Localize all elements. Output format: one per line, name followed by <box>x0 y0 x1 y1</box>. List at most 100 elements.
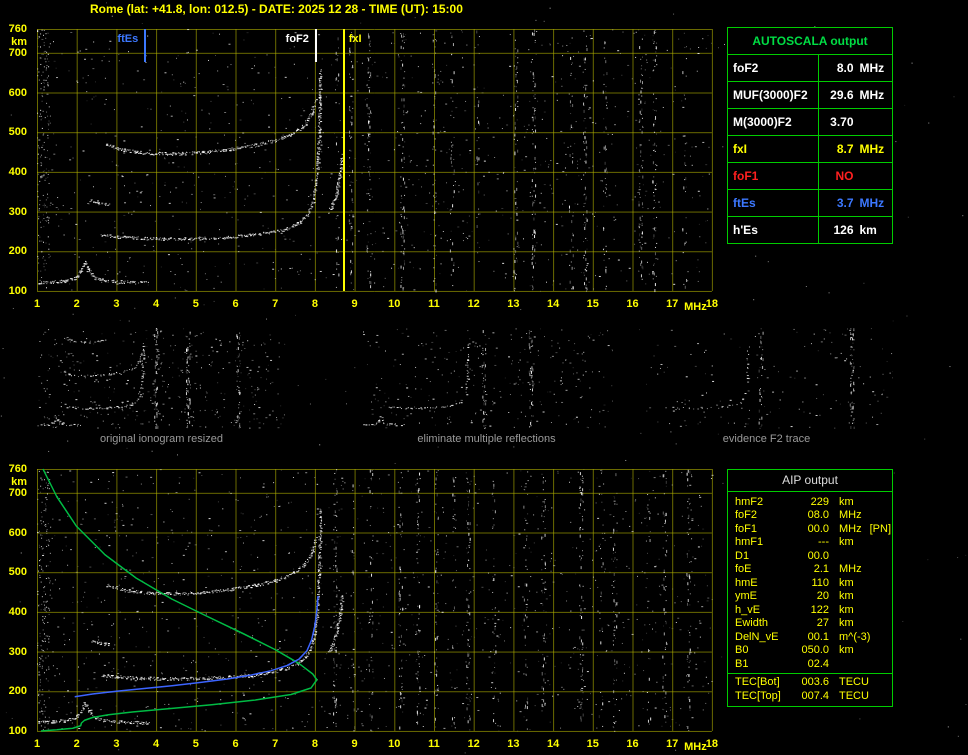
x-axis-tick: 10 <box>383 738 405 750</box>
aip-row-TEC[Bot]: TEC[Bot]003.6TECU <box>728 676 892 690</box>
autoscala-row-h'Es: h'Es126km <box>728 216 892 243</box>
x-axis-tick: 2 <box>66 738 88 750</box>
x-axis-tick: 6 <box>225 738 247 750</box>
aip-row-hmF1: hmF1---km <box>728 536 892 550</box>
x-axis-tick: 1 <box>26 738 48 750</box>
x-axis-tick: 5 <box>185 738 207 750</box>
x-axis-unit: MHz <box>684 741 707 753</box>
aip-row-h_vE: h_vE122km <box>728 603 892 617</box>
y-axis-unit: km <box>0 36 27 48</box>
x-axis-unit: MHz <box>684 301 707 313</box>
autoscala-row-fxI: fxI8.7MHz <box>728 135 892 162</box>
marker-label-foF2: foF2 <box>265 33 309 45</box>
autoscala-row-foF2: foF28.0MHz <box>728 54 892 81</box>
y-axis-tick: 200 <box>0 245 27 257</box>
y-axis-tick: 600 <box>0 527 27 539</box>
y-axis-tick: 400 <box>0 166 27 178</box>
autoscala-value: 126km <box>819 217 892 243</box>
x-axis-tick: 3 <box>105 738 127 750</box>
x-axis-tick: 15 <box>582 738 604 750</box>
x-axis-tick: 12 <box>463 298 485 310</box>
x-axis-tick: 16 <box>622 298 644 310</box>
x-axis-tick: 9 <box>344 298 366 310</box>
autoscala-row-foF1: foF1NO <box>728 162 892 189</box>
station-title: Rome (lat: +41.8, lon: 012.5) - DATE: 20… <box>90 2 463 16</box>
x-axis-tick: 13 <box>502 738 524 750</box>
aip-panel-header: AIP output <box>728 470 892 492</box>
aip-row-D1: D100.0 <box>728 549 892 563</box>
aip-rows: hmF2229kmfoF208.0MHzfoF100.0MHz[PN]hmF1-… <box>728 492 892 673</box>
x-axis-tick: 8 <box>304 738 326 750</box>
x-axis-tick: 11 <box>423 298 445 310</box>
y-axis-tick: 400 <box>0 606 27 618</box>
aip-row-B1: B102.4 <box>728 657 892 671</box>
x-axis-tick: 4 <box>145 738 167 750</box>
bottom-ionogram-canvas <box>30 464 718 736</box>
y-axis-tick: 700 <box>0 487 27 499</box>
autoscala-panel-header: AUTOSCALA output <box>728 28 892 54</box>
autoscala-param: M(3000)F2 <box>728 109 819 135</box>
autoscala-value: 8.7MHz <box>819 136 892 162</box>
y-axis-tick: 300 <box>0 646 27 658</box>
aip-row-foF2: foF208.0MHz <box>728 509 892 523</box>
y-axis-tick: 200 <box>0 685 27 697</box>
autoscala-row-M(3000)F2: M(3000)F23.70 <box>728 108 892 135</box>
autoscala-param: foF2 <box>728 55 819 81</box>
x-axis-tick: 14 <box>542 298 564 310</box>
x-axis-tick: 14 <box>542 738 564 750</box>
aip-row-B0: B0050.0km <box>728 644 892 658</box>
aip-row-TEC[Top]: TEC[Top]007.4TECU <box>728 689 892 703</box>
y-axis-tick: 760 <box>0 23 27 35</box>
marker-label-ftEs: ftEs <box>94 33 138 45</box>
x-axis-tick: 15 <box>582 298 604 310</box>
y-axis-tick: 760 <box>0 463 27 475</box>
thumbnail-caption-evidence: evidence F2 trace <box>640 433 893 445</box>
autoscala-value: 29.6MHz <box>819 82 892 108</box>
autoscala-output-panel: AUTOSCALA output foF28.0MHzMUF(3000)F229… <box>727 27 893 244</box>
autoscala-param: MUF(3000)F2 <box>728 82 819 108</box>
x-axis-tick: 8 <box>304 298 326 310</box>
x-axis-tick: 17 <box>661 298 683 310</box>
x-axis-tick: 1 <box>26 298 48 310</box>
x-axis-tick: 10 <box>383 298 405 310</box>
y-axis-tick: 100 <box>0 725 27 737</box>
autoscala-value: 3.70 <box>819 109 892 135</box>
aip-row-foF1: foF100.0MHz[PN] <box>728 522 892 536</box>
x-axis-tick: 7 <box>264 738 286 750</box>
aip-row-hmE: hmE110km <box>728 576 892 590</box>
thumbnail-evidence-f2-trace <box>640 326 893 429</box>
y-axis-tick: 500 <box>0 566 27 578</box>
autoscala-param: ftEs <box>728 190 819 216</box>
x-axis-tick: 6 <box>225 298 247 310</box>
marker-label-fxI: fxI <box>349 33 362 45</box>
aip-row-Ewidth: Ewidth27km <box>728 617 892 631</box>
y-axis-unit: km <box>0 476 27 488</box>
x-axis-tick: 12 <box>463 738 485 750</box>
aip-tec-rows: TEC[Bot]003.6TECUTEC[Top]007.4TECU <box>728 673 892 706</box>
y-axis-tick: 100 <box>0 285 27 297</box>
aip-row-DelN_vE: DelN_vE00.1m^(-3) <box>728 630 892 644</box>
x-axis-tick: 17 <box>661 738 683 750</box>
autoscala-value: NO <box>819 163 892 189</box>
x-axis-tick: 5 <box>185 298 207 310</box>
autoscala-row-ftEs: ftEs3.7MHz <box>728 189 892 216</box>
autoscala-value: 8.0MHz <box>819 55 892 81</box>
thumbnail-original-ionogram <box>35 326 288 429</box>
x-axis-tick: 9 <box>344 738 366 750</box>
x-axis-tick: 11 <box>423 738 445 750</box>
y-axis-tick: 700 <box>0 47 27 59</box>
y-axis-tick: 500 <box>0 126 27 138</box>
aip-row-ymE: ymE20km <box>728 590 892 604</box>
top-ionogram-canvas <box>30 24 718 296</box>
aip-row-foE: foE2.1MHz <box>728 563 892 577</box>
thumbnail-caption-original: original ionogram resized <box>35 433 288 445</box>
x-axis-tick: 4 <box>145 298 167 310</box>
x-axis-tick: 3 <box>105 298 127 310</box>
x-axis-tick: 16 <box>622 738 644 750</box>
x-axis-tick: 13 <box>502 298 524 310</box>
autoscala-param: foF1 <box>728 163 819 189</box>
autoscala-value: 3.7MHz <box>819 190 892 216</box>
y-axis-tick: 300 <box>0 206 27 218</box>
x-axis-tick: 2 <box>66 298 88 310</box>
autoscala-param: h'Es <box>728 217 819 243</box>
